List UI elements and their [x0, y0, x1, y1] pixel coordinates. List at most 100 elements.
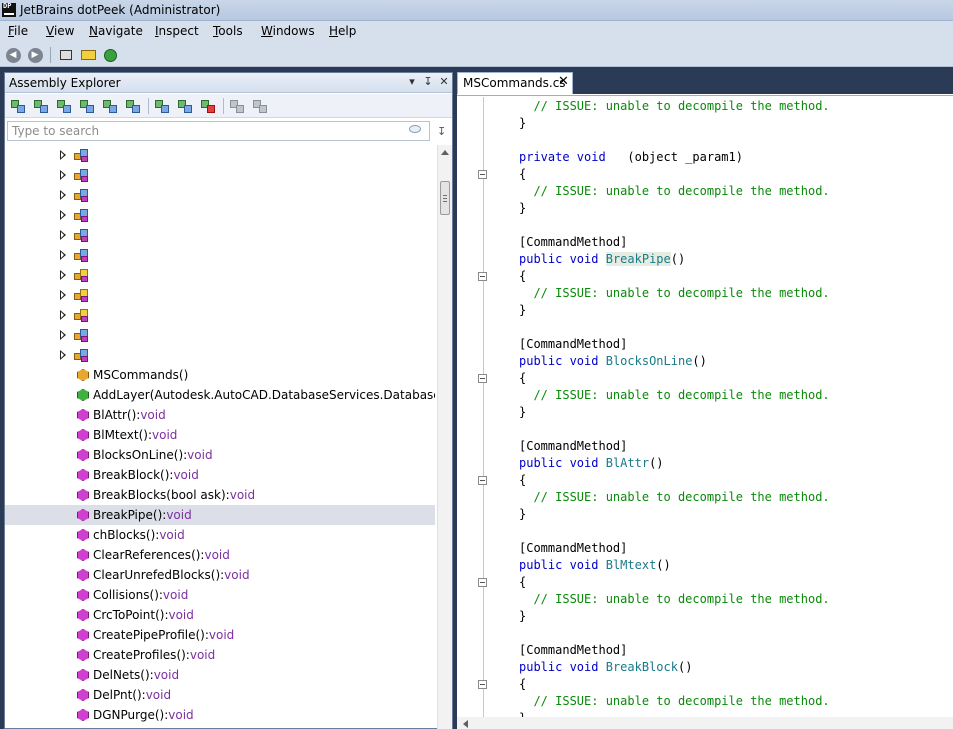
tab-mscommands[interactable]: MSCommands.cs ✕ — [457, 72, 573, 94]
expand-arrow-icon[interactable] — [60, 250, 66, 260]
tree-row[interactable] — [5, 185, 435, 205]
menu-view[interactable]: View — [46, 24, 74, 38]
tree-row[interactable] — [5, 285, 435, 305]
fold-toggle-icon[interactable] — [478, 374, 487, 383]
tree-row[interactable]: BlAttr():void — [5, 405, 435, 425]
menu-file[interactable]: File — [8, 24, 28, 38]
settings-gear-button[interactable] — [124, 97, 142, 115]
expand-arrow-icon[interactable] — [60, 310, 66, 320]
tree-item-label: MSCommands() — [93, 368, 189, 382]
expand-arrow-icon[interactable] — [60, 330, 66, 340]
vertical-scrollbar[interactable] — [437, 145, 452, 729]
menu-windows[interactable]: Windows — [261, 24, 315, 38]
search-input[interactable] — [12, 124, 402, 138]
export-pdb-button[interactable] — [251, 97, 269, 115]
tree-row[interactable]: CreatePipeProfile():void — [5, 625, 435, 645]
fold-toggle-icon[interactable] — [478, 476, 487, 485]
tree-row[interactable] — [5, 245, 435, 265]
expand-arrow-icon[interactable] — [60, 270, 66, 280]
scroll-up-arrow-icon[interactable] — [441, 150, 449, 155]
tree-row[interactable]: BreakBlock():void — [5, 465, 435, 485]
tree-row[interactable] — [5, 205, 435, 225]
method-icon — [77, 609, 89, 621]
return-type: void — [153, 668, 180, 682]
tree-row[interactable]: DelPnt():void — [5, 685, 435, 705]
tree-row[interactable]: BlocksOnLine():void — [5, 445, 435, 465]
menu-tools[interactable]: Tools — [213, 24, 243, 38]
tree-row[interactable]: BreakPipe():void — [5, 505, 435, 525]
tree-row[interactable]: DGNPurge():void — [5, 705, 435, 725]
expand-arrow-icon[interactable] — [60, 350, 66, 360]
code-line: { — [519, 473, 527, 487]
keyboard-icon — [80, 50, 96, 60]
tree-row[interactable]: CrcToPoint():void — [5, 605, 435, 625]
menu-inspect[interactable]: Inspect — [155, 24, 199, 38]
fold-toggle-icon[interactable] — [478, 680, 487, 689]
tree-row[interactable]: BlMtext():void — [5, 425, 435, 445]
tree-row[interactable] — [5, 325, 435, 345]
open-folder-button[interactable] — [55, 97, 73, 115]
fold-toggle-icon[interactable] — [478, 578, 487, 587]
tree-row[interactable]: CreateProfiles():void — [5, 645, 435, 665]
open-assembly-button[interactable] — [9, 97, 27, 115]
tree-row[interactable]: BreakBlocks(bool ask):void — [5, 485, 435, 505]
forward-button[interactable]: ▶ — [26, 46, 44, 64]
expand-arrow-icon[interactable] — [60, 230, 66, 240]
menu-navigate[interactable]: Navigate — [89, 24, 143, 38]
method-name[interactable]: BreakPipe — [605, 252, 671, 266]
open-from-gac-button[interactable] — [32, 97, 50, 115]
tree-item-label: BreakBlocks(bool ask):void — [93, 488, 256, 502]
back-button[interactable]: ◀ — [4, 46, 22, 64]
tree-row[interactable] — [5, 145, 435, 165]
search-pin-icon[interactable]: ↧ — [437, 125, 447, 139]
scroll-thumb[interactable] — [440, 181, 450, 215]
tree-row[interactable] — [5, 345, 435, 365]
assembly-search-box[interactable] — [7, 121, 430, 141]
tree-row[interactable]: ClearReferences():void — [5, 545, 435, 565]
find-usages-button[interactable] — [79, 46, 97, 64]
return-type: void — [145, 688, 172, 702]
tree-row[interactable]: ClearUnrefedBlocks():void — [5, 565, 435, 585]
method-icon — [77, 689, 89, 701]
panel-close-icon[interactable]: ✕ — [437, 75, 451, 89]
collapse-all-button[interactable] — [153, 97, 171, 115]
method-name[interactable]: BlAttr — [606, 456, 649, 470]
return-type: void — [173, 468, 199, 482]
expand-arrow-icon[interactable] — [60, 190, 66, 200]
assembly-explorer-button[interactable] — [57, 46, 75, 64]
return-type: void — [140, 408, 166, 422]
expand-arrow-icon[interactable] — [60, 150, 66, 160]
tree-row[interactable]: AddLayer(Autodesk.AutoCAD.DatabaseServic… — [5, 385, 435, 405]
navigate-to-button[interactable] — [101, 46, 119, 64]
expand-arrow-icon[interactable] — [60, 290, 66, 300]
tree-row[interactable] — [5, 265, 435, 285]
clear-list-button[interactable] — [199, 97, 217, 115]
panel-pin-icon[interactable]: ↧ — [421, 75, 435, 89]
save-assembly-list-button[interactable] — [176, 97, 194, 115]
open-from-nuget-button[interactable] — [78, 97, 96, 115]
method-name[interactable]: BlocksOnLine — [606, 354, 693, 368]
scroll-left-arrow-icon[interactable] — [463, 720, 468, 728]
window-title: JetBrains dotPeek (Administrator) — [20, 3, 221, 17]
method-name[interactable]: BreakBlock — [606, 660, 678, 674]
fold-toggle-icon[interactable] — [478, 272, 487, 281]
menu-help[interactable]: Help — [329, 24, 356, 38]
fold-toggle-icon[interactable] — [478, 170, 487, 179]
export-project-button[interactable] — [228, 97, 246, 115]
search-icon[interactable] — [409, 125, 423, 137]
tree-row[interactable] — [5, 165, 435, 185]
tree-row[interactable]: Collisions():void — [5, 585, 435, 605]
tree-row[interactable]: DelNets():void — [5, 665, 435, 685]
close-icon[interactable]: ✕ — [558, 74, 569, 89]
panel-dropdown-icon[interactable]: ▾ — [405, 75, 419, 89]
expand-arrow-icon[interactable] — [60, 210, 66, 220]
method-name[interactable]: BlMtext — [606, 558, 657, 572]
tree-row[interactable]: chBlocks():void — [5, 525, 435, 545]
tree-row[interactable] — [5, 225, 435, 245]
tree-row[interactable] — [5, 305, 435, 325]
tree-row[interactable]: MSCommands() — [5, 365, 435, 385]
open-process-button[interactable] — [101, 97, 119, 115]
code-view[interactable]: // ISSUE: unable to decompile the method… — [457, 97, 953, 717]
expand-arrow-icon[interactable] — [60, 170, 66, 180]
horizontal-scrollbar[interactable] — [457, 717, 953, 729]
